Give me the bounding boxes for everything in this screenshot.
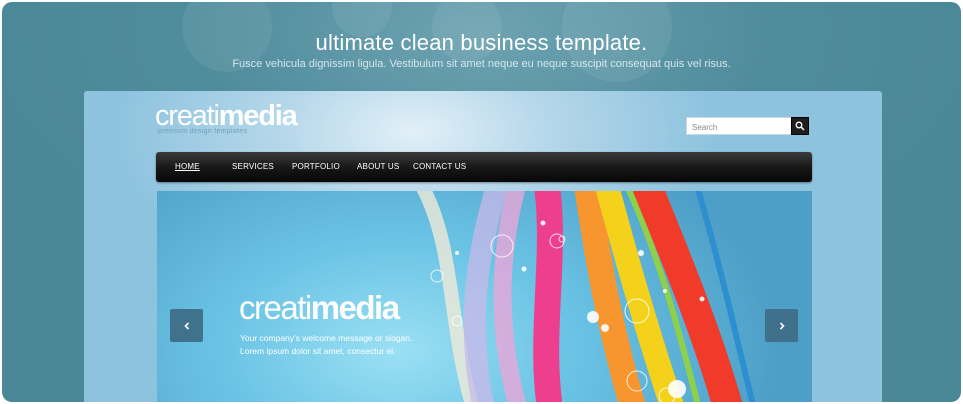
magnifier-icon <box>795 121 805 131</box>
promo-title: ultimate clean business template. <box>315 30 648 55</box>
slider-next-button[interactable] <box>765 309 798 342</box>
slide-logo-bold: media <box>310 289 400 326</box>
nav-about-us[interactable]: ABOUT US <box>357 162 399 171</box>
chevron-right-icon <box>779 321 785 330</box>
slide-message: Your company's welcome message or slogan… <box>240 332 412 358</box>
nav-services[interactable]: SERVICES <box>232 162 274 171</box>
search-input[interactable]: Search <box>686 117 792 135</box>
template-preview: creatimedia premium design templates Sea… <box>84 91 882 402</box>
slide-message-line2: Lorem ipsum dolor sit amet, consectur el… <box>240 346 396 356</box>
hero-slider: creatimedia Your company's welcome messa… <box>157 191 812 402</box>
logo-tagline: premium design templates <box>158 128 248 135</box>
slide-logo-light: creati <box>239 289 312 326</box>
slider-prev-button[interactable] <box>170 309 203 342</box>
nav-contact-us[interactable]: CONTACT US <box>413 162 466 171</box>
slide-message-line1: Your company's welcome message or slogan… <box>240 333 413 343</box>
search-button[interactable] <box>791 117 809 135</box>
promo-banner: ultimate clean business template. Fusce … <box>2 2 961 402</box>
nav-home[interactable]: HOME <box>175 162 200 171</box>
main-nav: HOME SERVICES PORTFOLIO ABOUT US CONTACT… <box>156 152 812 182</box>
promo-subtitle: Fusce vehicula dignissim ligula. Vestibu… <box>232 58 731 70</box>
chevron-left-icon <box>183 321 189 330</box>
nav-portfolio[interactable]: PORTFOLIO <box>292 162 340 171</box>
site-logo[interactable]: creatimedia <box>155 102 298 131</box>
slide-logo: creatimedia <box>239 289 400 326</box>
